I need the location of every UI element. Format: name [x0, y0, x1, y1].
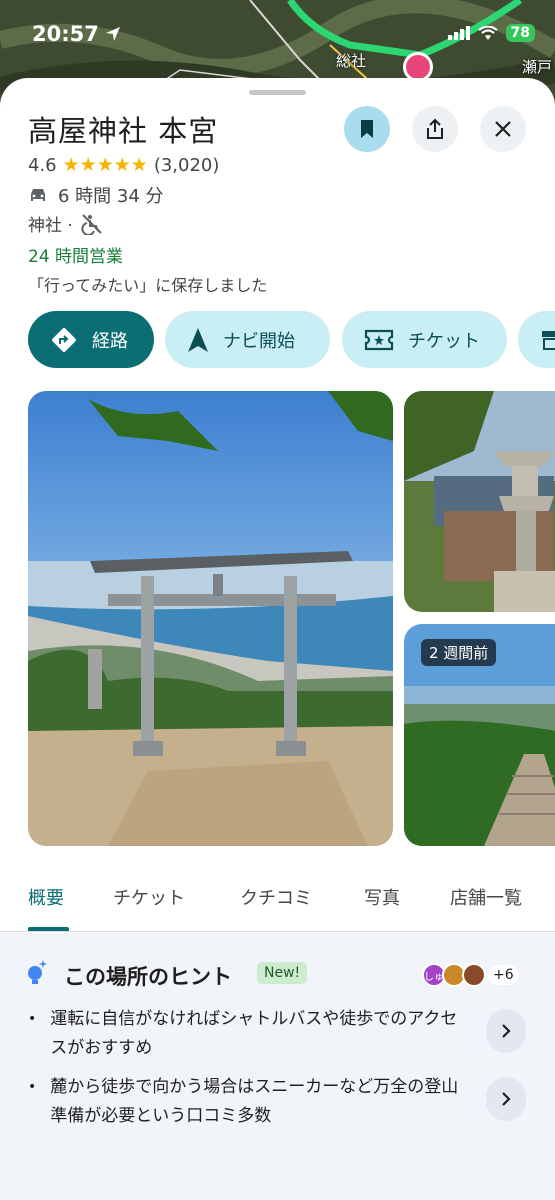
- saved-bookmark-button[interactable]: [344, 106, 390, 152]
- hint-text: 麓から徒歩で向かう場合はスニーカーなど万全の登山準備が必要という口コミ多数: [50, 1077, 459, 1126]
- tab-store-list[interactable]: 店舗一覧: [450, 884, 522, 910]
- status-time: 20:57: [32, 22, 121, 46]
- hints-title: この場所のヒント: [64, 965, 232, 989]
- drive-time-row: 6 時間 34 分: [28, 182, 164, 208]
- opening-hours[interactable]: 24 時間営業: [28, 242, 123, 267]
- place-hints-section: この場所のヒント New! しゅ +6 • 運転に自信がなければシャトルバスや徒…: [0, 933, 555, 1200]
- drive-time: 6 時間 34 分: [58, 186, 164, 207]
- signal-icon: [447, 26, 470, 40]
- photo-age-badge: 2 週間前: [421, 639, 497, 666]
- start-navigation-button[interactable]: ナビ開始: [165, 311, 330, 368]
- clock: 20:57: [32, 22, 99, 46]
- share-icon: [427, 118, 443, 139]
- category-label: 神社 ·: [28, 216, 73, 236]
- navigation-label: ナビ開始: [223, 330, 295, 352]
- saved-list-note[interactable]: 「行ってみたい」に保存しました: [28, 272, 267, 296]
- avatar: [462, 963, 486, 987]
- battery-indicator: 78: [505, 24, 535, 42]
- more-actions-chip[interactable]: [518, 311, 555, 368]
- location-arrow-icon: [105, 27, 120, 41]
- photo-main-torii[interactable]: [28, 391, 393, 846]
- ticket-icon: [364, 329, 394, 350]
- review-count: (3,020): [153, 154, 220, 176]
- photo-stairs-view[interactable]: 2 週間前: [404, 624, 555, 846]
- status-indicators: 78: [447, 24, 535, 42]
- directions-label: 経路: [92, 330, 128, 352]
- close-button[interactable]: [480, 106, 526, 152]
- bullet: •: [28, 1079, 37, 1095]
- contributor-avatars[interactable]: しゅ +6: [422, 963, 519, 987]
- chevron-right-icon: [502, 1092, 511, 1106]
- hint-expand-button[interactable]: [486, 1077, 526, 1121]
- stone-lantern-image: [404, 391, 555, 612]
- close-icon: [495, 121, 511, 137]
- storefront-icon: [542, 330, 555, 350]
- tickets-label: チケット: [408, 330, 480, 352]
- active-tab-indicator: [28, 927, 69, 931]
- sparkle-bulb-icon: [28, 960, 47, 984]
- rating-row[interactable]: 4.6 ★★★★★ (3,020): [28, 154, 219, 176]
- extra-contributors-count: +6: [488, 965, 519, 985]
- directions-button[interactable]: 経路: [28, 311, 154, 368]
- map-label-place: 瀬戸: [522, 58, 553, 76]
- rating-value: 4.6: [28, 154, 57, 176]
- place-sheet: 高屋神社 本宮 4.6 ★★★★★ (3,020) 6 時間 34 分 神社 ·: [0, 78, 555, 1200]
- tab-tickets[interactable]: チケット: [113, 884, 185, 910]
- torii-gate-image: [28, 391, 393, 846]
- new-badge: New!: [257, 962, 308, 984]
- directions-icon: [52, 327, 76, 352]
- hint-item[interactable]: • 運転に自信がなければシャトルバスや徒歩でのアクセスがおすすめ: [28, 1005, 468, 1063]
- tab-overview[interactable]: 概要: [28, 884, 64, 910]
- bullet: •: [28, 1011, 37, 1027]
- wheelchair-not-accessible-icon: [81, 213, 102, 235]
- wifi-icon: [477, 25, 498, 40]
- tab-photos[interactable]: 写真: [364, 884, 400, 910]
- bookmark-icon: [361, 120, 373, 138]
- chevron-right-icon: [502, 1024, 511, 1038]
- rating-stars-icon: ★★★★★: [62, 154, 148, 176]
- hint-text: 運転に自信がなければシャトルバスや徒歩でのアクセスがおすすめ: [50, 1009, 458, 1058]
- tickets-button[interactable]: チケット: [342, 311, 507, 368]
- hint-item[interactable]: • 麓から徒歩で向かう場合はスニーカーなど万全の登山準備が必要という口コミ多数: [28, 1073, 468, 1131]
- share-button[interactable]: [412, 106, 458, 152]
- car-icon: [31, 189, 45, 201]
- category-row: 神社 ·: [28, 211, 103, 236]
- hint-expand-button[interactable]: [486, 1009, 526, 1053]
- map-label-place: 総社: [336, 52, 367, 70]
- navigation-arrow-icon: [188, 327, 208, 352]
- photo-stone-lantern[interactable]: [404, 391, 555, 612]
- tab-bar: 概要 チケット クチコミ 写真 店舗一覧: [0, 878, 555, 932]
- drag-handle[interactable]: [249, 90, 306, 95]
- tab-reviews[interactable]: クチコミ: [240, 884, 312, 910]
- place-title: 高屋神社 本宮: [28, 114, 219, 148]
